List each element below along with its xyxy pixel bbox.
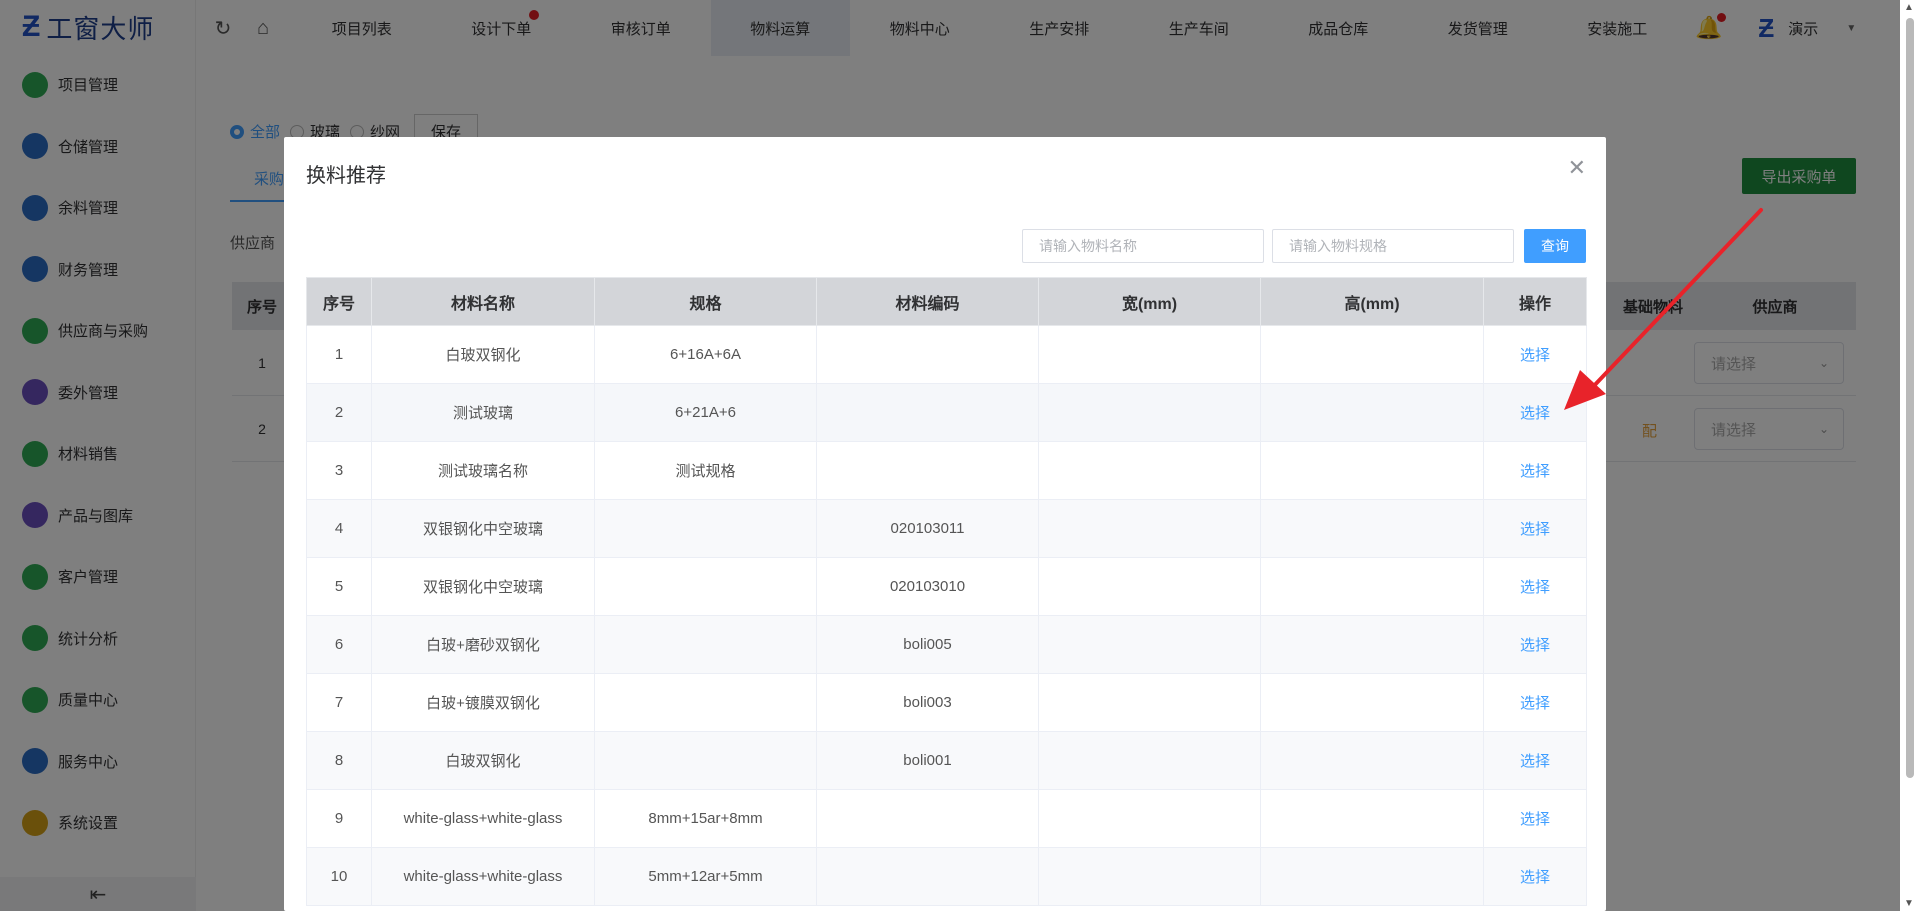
cell-width xyxy=(1038,731,1261,790)
cell-height xyxy=(1260,325,1484,384)
cell-height xyxy=(1260,499,1484,558)
cell-name: 双银钢化中空玻璃 xyxy=(371,557,595,616)
cell-width xyxy=(1038,499,1261,558)
table-row: 9 white-glass+white-glass 8mm+15ar+8mm 选择 xyxy=(306,789,1587,848)
cell-width xyxy=(1038,615,1261,674)
cell-code: 020103011 xyxy=(816,499,1039,558)
select-link[interactable]: 选择 xyxy=(1483,731,1587,790)
query-button[interactable]: 查询 xyxy=(1524,229,1586,263)
select-link[interactable]: 选择 xyxy=(1483,673,1587,732)
cell-code xyxy=(816,789,1039,848)
cell-height xyxy=(1260,673,1484,732)
cell-seq: 1 xyxy=(306,325,372,384)
cell-spec: 6+16A+6A xyxy=(594,325,817,384)
page-scrollbar[interactable]: ▲ ▼ xyxy=(1900,0,1920,911)
cell-spec xyxy=(594,557,817,616)
cell-name: 测试玻璃名称 xyxy=(371,441,595,500)
table-row: 1 白玻双钢化 6+16A+6A 选择 xyxy=(306,325,1587,384)
select-link[interactable]: 选择 xyxy=(1483,615,1587,674)
cell-code xyxy=(816,441,1039,500)
scroll-thumb[interactable] xyxy=(1906,18,1914,778)
select-link[interactable]: 选择 xyxy=(1483,441,1587,500)
cell-name: 白玻双钢化 xyxy=(371,325,595,384)
cell-seq: 2 xyxy=(306,383,372,442)
cell-seq: 9 xyxy=(306,789,372,848)
table-row: 3 测试玻璃名称 测试规格 选择 xyxy=(306,441,1587,500)
table-column-header: 材料编码 xyxy=(816,277,1039,326)
select-link[interactable]: 选择 xyxy=(1483,499,1587,558)
cell-height xyxy=(1260,441,1484,500)
scroll-up-icon[interactable]: ▲ xyxy=(1904,2,1914,13)
table-row: 4 双银钢化中空玻璃 020103011 选择 xyxy=(306,499,1587,558)
cell-spec: 8mm+15ar+8mm xyxy=(594,789,817,848)
cell-name: white-glass+white-glass xyxy=(371,789,595,848)
select-link[interactable]: 选择 xyxy=(1483,557,1587,616)
select-link[interactable]: 选择 xyxy=(1483,789,1587,848)
select-link[interactable]: 选择 xyxy=(1483,847,1587,906)
table-row: 7 白玻+镀膜双钢化 boli003 选择 xyxy=(306,673,1587,732)
cell-width xyxy=(1038,557,1261,616)
cell-name: 白玻+镀膜双钢化 xyxy=(371,673,595,732)
cell-name: 双银钢化中空玻璃 xyxy=(371,499,595,558)
cell-height xyxy=(1260,383,1484,442)
select-link[interactable]: 选择 xyxy=(1483,325,1587,384)
table-column-header: 高(mm) xyxy=(1260,277,1484,326)
cell-seq: 10 xyxy=(306,847,372,906)
cell-name: 测试玻璃 xyxy=(371,383,595,442)
cell-code xyxy=(816,847,1039,906)
cell-width xyxy=(1038,789,1261,848)
table-column-header: 材料名称 xyxy=(371,277,595,326)
cell-name: white-glass+white-glass xyxy=(371,847,595,906)
cell-name: 白玻+磨砂双钢化 xyxy=(371,615,595,674)
cell-height xyxy=(1260,731,1484,790)
cell-height xyxy=(1260,789,1484,848)
dialog-title: 换料推荐 xyxy=(306,165,386,187)
material-spec-input[interactable] xyxy=(1272,229,1514,263)
cell-width xyxy=(1038,847,1261,906)
cell-spec xyxy=(594,673,817,732)
cell-code xyxy=(816,325,1039,384)
table-row: 6 白玻+磨砂双钢化 boli005 选择 xyxy=(306,615,1587,674)
cell-seq: 7 xyxy=(306,673,372,732)
replacement-recommend-dialog: 换料推荐 ✕ 查询 序号材料名称规格材料编码宽(mm)高(mm)操作 1白玻双钢… xyxy=(284,137,1606,911)
cell-code: boli005 xyxy=(816,615,1039,674)
cell-code: boli001 xyxy=(816,731,1039,790)
cell-code: 020103010 xyxy=(816,557,1039,616)
material-table: 序号 材料名称 规格 材料编码 宽(mm) 高(mm) 操作 1 白玻双钢化 6+16A+6A 选… xyxy=(306,277,1587,906)
table-column-header: 操作 xyxy=(1483,277,1587,326)
table-row: 2 测试玻璃 6+21A+6 选择 xyxy=(306,383,1587,442)
table-row: 5 双银钢化中空玻璃 020103010 选择 xyxy=(306,557,1587,616)
cell-spec xyxy=(594,615,817,674)
cell-spec: 测试规格 xyxy=(594,441,817,500)
table-column-header: 宽(mm) xyxy=(1038,277,1261,326)
cell-code xyxy=(816,383,1039,442)
table-header-row: 序号 材料名称 规格 材料编码 宽(mm) 高(mm) 操作 xyxy=(306,277,1587,326)
cell-name: 白玻双钢化 xyxy=(371,731,595,790)
cell-height xyxy=(1260,847,1484,906)
cell-seq: 6 xyxy=(306,615,372,674)
cell-width xyxy=(1038,325,1261,384)
select-link[interactable]: 选择 xyxy=(1483,383,1587,442)
cell-spec: 6+21A+6 xyxy=(594,383,817,442)
cell-seq: 8 xyxy=(306,731,372,790)
cell-width xyxy=(1038,673,1261,732)
cell-spec: 5mm+12ar+5mm xyxy=(594,847,817,906)
cell-seq: 5 xyxy=(306,557,372,616)
cell-seq: 3 xyxy=(306,441,372,500)
table-row: 10 white-glass+white-glass 5mm+12ar+5mm 选择 xyxy=(306,847,1587,906)
cell-width xyxy=(1038,383,1261,442)
cell-spec xyxy=(594,499,817,558)
close-icon[interactable]: ✕ xyxy=(1568,155,1586,181)
cell-spec xyxy=(594,731,817,790)
material-name-input[interactable] xyxy=(1022,229,1264,263)
cell-seq: 4 xyxy=(306,499,372,558)
cell-width xyxy=(1038,441,1261,500)
table-column-header: 序号 xyxy=(306,277,372,326)
cell-code: boli003 xyxy=(816,673,1039,732)
cell-height xyxy=(1260,557,1484,616)
table-column-header: 规格 xyxy=(594,277,817,326)
cell-height xyxy=(1260,615,1484,674)
table-row: 8 白玻双钢化 boli001 选择 xyxy=(306,731,1587,790)
scroll-down-icon[interactable]: ▼ xyxy=(1904,898,1914,909)
